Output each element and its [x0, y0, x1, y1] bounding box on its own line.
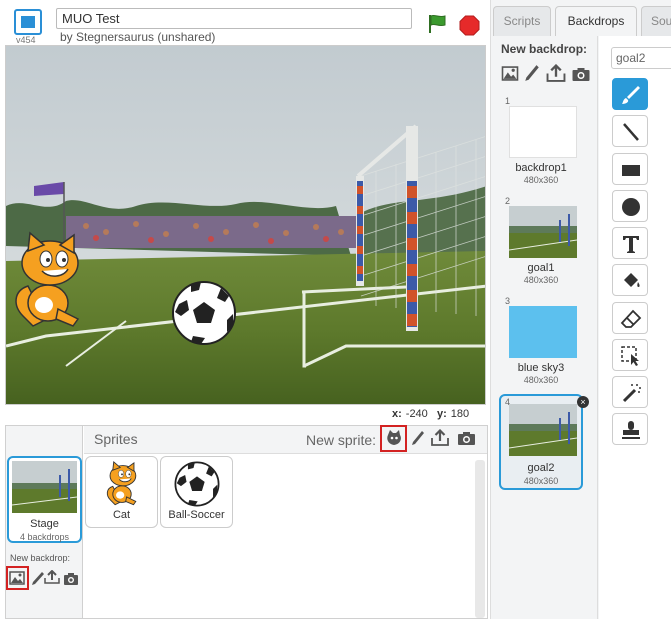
brush-tool[interactable] — [612, 78, 648, 110]
fill-tool[interactable] — [612, 264, 648, 296]
magic-wand-tool[interactable] — [612, 376, 648, 408]
line-tool[interactable] — [612, 115, 648, 147]
stage-label: Stage — [30, 518, 59, 530]
backdrop-number: 1 — [505, 96, 511, 106]
tab-backdrops[interactable]: Backdrops — [555, 6, 637, 36]
soccer-goal-backdrop — [6, 46, 485, 404]
text-tool[interactable] — [612, 227, 648, 259]
cat-sprite[interactable] — [8, 231, 88, 331]
backdrop-size: 480x360 — [523, 476, 559, 486]
backdrop-name: goal1 — [527, 262, 555, 274]
backdrop-count: 4 backdrops — [19, 532, 70, 542]
backdrop-thumbnail — [509, 306, 577, 358]
camera-backdrop-icon[interactable] — [63, 572, 79, 586]
backdrop-name: goal2 — [527, 462, 555, 474]
stage-canvas[interactable] — [5, 45, 486, 405]
stamp-tool[interactable] — [612, 413, 648, 445]
text-icon — [623, 236, 639, 253]
stop-icon[interactable] — [459, 15, 480, 36]
backdrop-thumbnail — [509, 106, 577, 158]
tab-scripts[interactable]: Scripts — [493, 6, 551, 36]
brush-icon — [622, 86, 640, 104]
backdrop-library-icon[interactable] — [501, 66, 519, 81]
fill-icon — [624, 273, 640, 287]
sprite-library-icon[interactable] — [385, 429, 403, 447]
y-coord-value: 180 — [450, 408, 470, 420]
magic-wand-icon — [622, 384, 641, 403]
cat-thumbnail — [106, 461, 137, 506]
y-coord-label: y: — [436, 408, 447, 420]
sprites-scrollbar[interactable] — [475, 460, 485, 618]
sprite-name: Ball-Soccer — [168, 509, 225, 521]
backdrop-thumbnail — [509, 206, 577, 258]
soccer-ball-sprite[interactable] — [171, 280, 237, 346]
camera-sprite-icon[interactable] — [457, 431, 476, 446]
sprites-title: Sprites — [94, 431, 138, 447]
new-backdrop-label: New backdrop: — [501, 42, 588, 56]
x-coord-value: -240 — [405, 408, 428, 420]
backdrop-name-input[interactable] — [611, 47, 671, 69]
backdrop-item-backdrop1[interactable]: 1 backdrop1 480x360 — [501, 96, 581, 190]
x-coord-label: x: — [392, 408, 402, 420]
tab-sounds[interactable]: Sou — [641, 6, 671, 36]
delete-backdrop-icon[interactable]: × — [577, 396, 589, 408]
backdrop-library-icon[interactable] — [9, 571, 25, 585]
mouse-coordinates: x: -240 y: 180 — [392, 408, 469, 420]
backdrop-number: 3 — [505, 296, 511, 306]
project-author: by Stegnersaurus (unshared) — [60, 30, 216, 44]
backdrop-item-blue-sky3[interactable]: 3 blue sky3 480x360 — [501, 296, 581, 390]
paint-backdrop-icon[interactable] — [523, 64, 541, 82]
backdrop-item-goal1[interactable]: 2 goal1 480x360 — [501, 196, 581, 290]
backdrop-number: 2 — [505, 196, 511, 206]
backdrop-name: blue sky3 — [517, 362, 565, 374]
stage-thumbnail-image — [12, 461, 77, 513]
select-icon — [621, 346, 639, 366]
camera-backdrop-icon[interactable] — [571, 67, 591, 82]
sprites-header — [84, 426, 487, 454]
upload-backdrop-icon[interactable] — [44, 570, 60, 584]
backdrop-item-goal2[interactable]: 4 goal2 480x360 — [499, 394, 583, 490]
upload-sprite-icon[interactable] — [431, 429, 449, 446]
sprite-card-ball-soccer[interactable]: Ball-Soccer — [160, 456, 233, 528]
new-backdrop-label: New backdrop: — [10, 553, 71, 563]
stage-thumbnail[interactable]: Stage 4 backdrops — [7, 456, 82, 543]
backdrop-size: 480x360 — [523, 375, 559, 385]
backdrop-thumbnail — [509, 404, 577, 456]
upload-backdrop-icon[interactable] — [546, 64, 566, 82]
ellipse-icon — [622, 198, 640, 216]
green-flag-icon[interactable] — [427, 14, 447, 34]
stamp-icon — [622, 421, 640, 439]
ellipse-tool[interactable] — [612, 190, 648, 222]
paint-sprite-icon[interactable] — [410, 430, 426, 446]
eraser-tool[interactable] — [612, 302, 648, 334]
backdrop-size: 480x360 — [523, 175, 559, 185]
sprite-card-cat[interactable]: Cat — [85, 456, 158, 528]
stage-size-toggle-icon[interactable] — [14, 9, 42, 35]
version-label: v454 — [16, 35, 36, 45]
line-icon — [623, 123, 639, 141]
backdrop-name: backdrop1 — [515, 162, 567, 174]
sprite-name: Cat — [112, 509, 131, 521]
project-title-input[interactable] — [56, 8, 412, 29]
new-sprite-label: New sprite: — [306, 432, 377, 448]
rectangle-icon — [622, 165, 640, 176]
soccer-ball-thumbnail — [174, 461, 220, 507]
backdrop-size: 480x360 — [523, 275, 559, 285]
select-tool[interactable] — [612, 339, 648, 371]
eraser-icon — [620, 309, 642, 328]
rectangle-tool[interactable] — [612, 153, 648, 185]
